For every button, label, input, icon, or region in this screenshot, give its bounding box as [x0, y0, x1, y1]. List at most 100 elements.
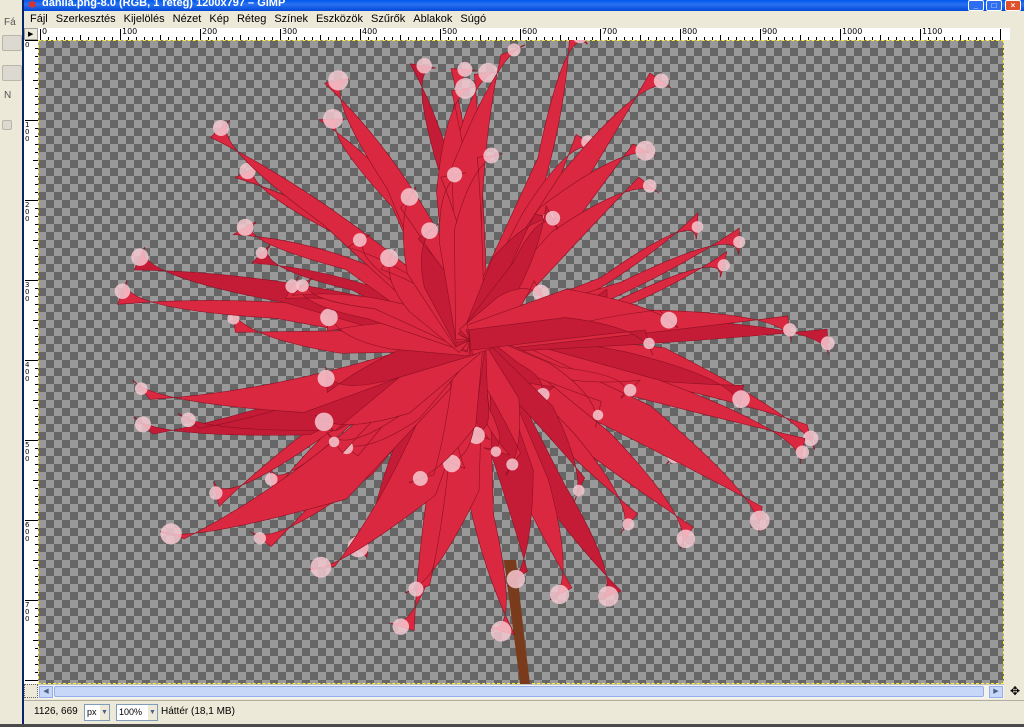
- petal-tip: [598, 586, 619, 607]
- ruler-label: 700: [602, 28, 618, 36]
- ruler-label: 400: [25, 361, 30, 383]
- menu-bar: Fájl Szerkesztés Kijelölés Nézet Kép Réteg Szí…: [24, 11, 1024, 28]
- petal-tip: [635, 140, 656, 161]
- ruler-label: 0: [42, 28, 48, 36]
- petal-tip: [820, 336, 835, 351]
- petal-tip: [236, 218, 254, 236]
- ruler-label: 200: [202, 28, 218, 36]
- petal-tip: [623, 383, 637, 397]
- menu-item[interactable]: Súgó: [456, 11, 490, 28]
- petal-tip: [328, 70, 349, 91]
- ruler-label: 600: [522, 28, 538, 36]
- maximize-button[interactable]: □: [986, 0, 1002, 11]
- chevron-down-icon: ▼: [100, 705, 109, 720]
- ruler-tick: [440, 29, 441, 40]
- petal-tip: [134, 382, 148, 396]
- petal-tip: [328, 436, 340, 448]
- scroll-left-icon[interactable]: ◀: [39, 686, 53, 698]
- petal-tip: [676, 529, 696, 549]
- ruler-tick: [360, 29, 361, 40]
- petal-tip: [160, 523, 182, 545]
- petal-tip: [322, 108, 343, 129]
- ruler-tick: [40, 29, 41, 40]
- petal-tip: [408, 581, 424, 597]
- petal-tip: [255, 247, 268, 259]
- petal-tip: [490, 620, 512, 642]
- minimize-button[interactable]: _: [968, 0, 984, 11]
- ruler-label: 100: [122, 28, 138, 36]
- menu-item[interactable]: Fájl: [26, 11, 52, 28]
- petal-tip: [131, 248, 149, 266]
- scroll-right-icon[interactable]: ▶: [989, 686, 1003, 698]
- petal-tip: [310, 556, 332, 578]
- ruler-label: 600: [25, 521, 30, 543]
- petal-tip: [314, 412, 334, 432]
- dahlia-image: [114, 40, 835, 684]
- petal-tip: [412, 471, 428, 486]
- ruler-label: 300: [25, 281, 30, 303]
- image-canvas[interactable]: [38, 40, 1004, 684]
- zoom-select[interactable]: 100% ▼: [116, 704, 158, 721]
- unit-select[interactable]: px ▼: [84, 704, 110, 721]
- gimp-icon: ✱: [28, 0, 37, 11]
- ruler-tick: [520, 29, 521, 40]
- petal-tip: [545, 210, 561, 226]
- vertical-ruler[interactable]: 0 100 200 300 400 500 600 700: [24, 40, 39, 684]
- ruler-label: 900: [762, 28, 778, 36]
- ruler-label: 800: [682, 28, 698, 36]
- ruler-label: 100: [25, 121, 30, 143]
- petal-tip: [572, 484, 585, 497]
- petal-tip: [795, 445, 810, 459]
- petal-tip: [134, 416, 151, 433]
- petal-tip: [212, 119, 229, 136]
- chevron-down-icon: ▼: [148, 705, 157, 720]
- ruler-label: 1100: [922, 28, 943, 36]
- ruler-label: 500: [442, 28, 458, 36]
- close-button[interactable]: ×: [1005, 0, 1021, 11]
- petal-tip: [660, 311, 678, 329]
- petal-tip: [643, 337, 655, 350]
- ruler-tick: [25, 680, 38, 681]
- unit-value: px: [87, 707, 97, 717]
- petal-tip: [296, 279, 309, 292]
- petal-tip: [483, 147, 500, 164]
- menu-item[interactable]: Kijelölés: [120, 11, 169, 28]
- ruler-tick: [1000, 29, 1001, 40]
- scrollbar-thumb[interactable]: [54, 686, 984, 697]
- menu-item[interactable]: Eszközök: [312, 11, 367, 28]
- ruler-label: 300: [282, 28, 298, 36]
- menu-item[interactable]: Ablakok: [409, 11, 456, 28]
- title-bar[interactable]: ✱ dahlia.png-8.0 (RGB, 1 réteg) 1200x797…: [24, 0, 1024, 11]
- menu-item[interactable]: Réteg: [233, 11, 270, 28]
- menu-arrow-button[interactable]: ▶: [24, 28, 38, 40]
- petal-tip: [732, 390, 750, 408]
- petal-tip: [506, 569, 526, 589]
- menu-item[interactable]: Kép: [205, 11, 233, 28]
- menu-item[interactable]: Színek: [270, 11, 312, 28]
- pointer-coordinates: 1126, 669: [34, 706, 78, 717]
- petal-tip: [380, 248, 399, 268]
- ruler-tick: [280, 29, 281, 40]
- petal-tip: [209, 486, 223, 500]
- menu-item[interactable]: Nézet: [169, 11, 206, 28]
- quick-mask-icon[interactable]: [24, 684, 38, 698]
- petal-tip: [749, 510, 770, 531]
- ruler-tick: [840, 29, 841, 40]
- petal-tip: [181, 412, 196, 428]
- petal-tip: [506, 458, 519, 471]
- navigate-cross-icon[interactable]: ✥: [1008, 684, 1022, 698]
- petal-tip: [549, 584, 570, 605]
- petal-tip: [622, 518, 635, 531]
- horizontal-scrollbar[interactable]: ◀ ▶: [38, 684, 1004, 699]
- petal-tip: [457, 61, 473, 77]
- ruler-label: 400: [362, 28, 378, 36]
- ruler-tick: [920, 29, 921, 40]
- ruler-label: 700: [25, 601, 30, 623]
- background-menu-label: Fá: [4, 17, 16, 28]
- menu-item[interactable]: Szűrők: [367, 11, 409, 28]
- petal-tip: [454, 78, 476, 99]
- ruler-tick: [760, 29, 761, 40]
- menu-item[interactable]: Szerkesztés: [52, 11, 120, 28]
- ruler-label: 0: [25, 41, 30, 49]
- menu-arrow-icon: ▶: [28, 31, 34, 38]
